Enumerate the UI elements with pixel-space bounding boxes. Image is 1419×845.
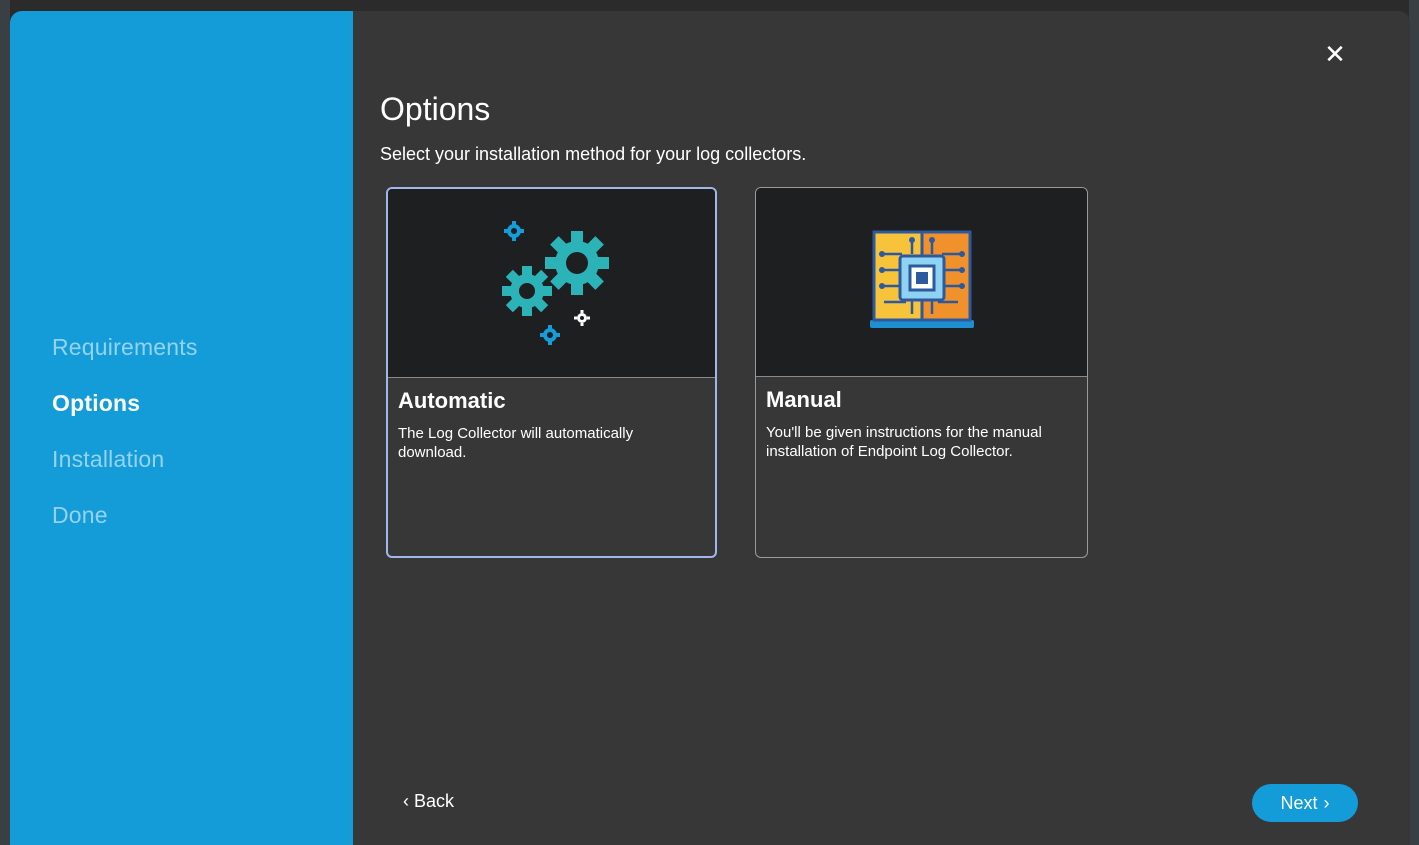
option-image-automatic xyxy=(388,189,715,378)
option-title-automatic: Automatic xyxy=(398,388,506,413)
option-card-manual[interactable]: Manual You'll be given instructions for … xyxy=(755,187,1088,558)
circuit-book-icon xyxy=(869,230,974,328)
option-description-automatic: The Log Collector will automatically dow… xyxy=(398,425,634,461)
step-options: Options xyxy=(52,390,141,416)
page-subtitle: Select your installation method for your… xyxy=(380,144,807,164)
page-title: Options xyxy=(380,91,491,127)
option-title-manual: Manual xyxy=(766,387,842,412)
back-button-label: Back xyxy=(414,791,455,811)
back-button[interactable]: ‹ Back xyxy=(403,791,454,812)
step-done: Done xyxy=(52,502,108,528)
gears-icon xyxy=(501,221,609,345)
wizard-steps-sidebar: Requirements Options Installation Done xyxy=(10,11,353,845)
chevron-left-icon: ‹ xyxy=(403,791,409,811)
step-installation: Installation xyxy=(52,446,165,472)
step-requirements: Requirements xyxy=(52,334,198,360)
next-button[interactable]: Next › xyxy=(1252,784,1358,822)
backdrop-left xyxy=(0,0,10,845)
installation-wizard-dialog: Requirements Options Installation Done ✕… xyxy=(10,11,1410,845)
option-card-automatic[interactable]: Automatic The Log Collector will automat… xyxy=(386,187,717,558)
wizard-content: ✕ Options Select your installation metho… xyxy=(353,11,1410,845)
backdrop-right xyxy=(1409,0,1419,845)
close-icon: ✕ xyxy=(1324,39,1346,69)
option-description-manual: You'll be given instructions for the man… xyxy=(766,424,1042,460)
next-button-label: Next xyxy=(1280,792,1318,813)
chevron-right-icon: › xyxy=(1323,792,1330,813)
close-button[interactable]: ✕ xyxy=(1320,39,1350,69)
option-image-manual xyxy=(756,188,1087,377)
